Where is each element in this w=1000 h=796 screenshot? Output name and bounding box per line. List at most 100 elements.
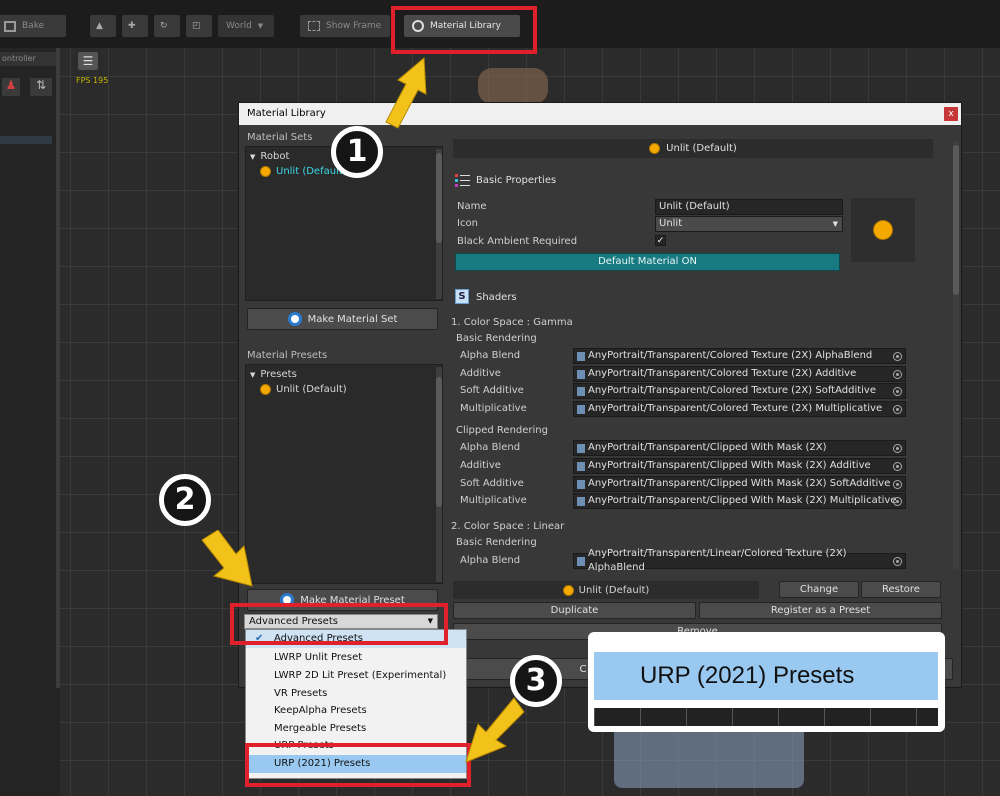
icon-dropdown[interactable]: Unlit ▼ <box>655 216 843 232</box>
material-preview-icon <box>873 220 893 240</box>
shader-value: AnyPortrait/Transparent/Linear/Colored T… <box>587 548 847 573</box>
shader-value: AnyPortrait/Transparent/Clipped With Mas… <box>588 478 891 489</box>
tree-node-presets[interactable]: ▼ Presets <box>250 369 297 380</box>
main-scrollbar[interactable] <box>953 141 959 569</box>
rotate-icon: ↻ <box>160 21 168 31</box>
selected-row[interactable] <box>0 136 52 144</box>
person-icon[interactable]: ♟ <box>2 78 20 96</box>
shader-value: AnyPortrait/Transparent/Colored Texture … <box>588 350 873 361</box>
object-picker-icon[interactable] <box>893 444 902 453</box>
bake-icon <box>4 20 16 32</box>
bake-button[interactable]: Bake <box>0 15 66 37</box>
shader-label: Soft Additive <box>460 478 524 489</box>
object-picker-icon[interactable] <box>893 352 902 361</box>
object-picker-icon[interactable] <box>893 387 902 396</box>
dropdown-option-label: LWRP 2D Lit Preset (Experimental) <box>274 670 447 681</box>
change-button[interactable]: Change <box>779 581 859 598</box>
make-set-icon <box>287 312 302 326</box>
object-picker-icon[interactable] <box>893 557 902 566</box>
window-title: Material Library x <box>239 103 961 125</box>
shader-file-icon <box>577 479 585 489</box>
dropdown-option-label: Mergeable Presets <box>274 723 367 734</box>
shader-field[interactable]: AnyPortrait/Transparent/Clipped With Mas… <box>573 493 906 509</box>
shader-file-icon <box>577 556 585 566</box>
tree-node-robot[interactable]: ▼ Robot <box>250 151 289 162</box>
chevron-down-icon: ▼ <box>257 22 264 30</box>
material-preview <box>851 198 915 262</box>
footer-material-label: Unlit (Default) <box>578 584 650 596</box>
gamma-clipped-rendering-label: Clipped Rendering <box>456 425 548 436</box>
shader-field[interactable]: AnyPortrait/Transparent/Colored Texture … <box>573 383 906 399</box>
scale-icon: ◰ <box>192 21 201 31</box>
gamma-basic-rendering-label: Basic Rendering <box>456 333 537 344</box>
preset-item-unlit[interactable]: Unlit (Default) <box>260 384 347 395</box>
highlight-box-dropdown <box>230 603 448 645</box>
scale-tool-button[interactable]: ◰ <box>186 15 212 37</box>
duplicate-button[interactable]: Duplicate <box>453 602 696 619</box>
restore-button[interactable]: Restore <box>861 581 941 598</box>
default-material-button[interactable]: Default Material ON <box>455 253 840 271</box>
shader-file-icon <box>577 443 585 453</box>
shader-file-icon <box>577 369 585 379</box>
name-field[interactable]: Unlit (Default) <box>655 199 843 215</box>
object-picker-icon[interactable] <box>893 497 902 506</box>
shader-field[interactable]: AnyPortrait/Transparent/Linear/Colored T… <box>573 548 906 573</box>
shader-field[interactable]: AnyPortrait/Transparent/Clipped With Mas… <box>573 476 906 492</box>
cursor-icon: ▲ <box>96 21 103 31</box>
icon-dropdown-value: Unlit <box>659 218 683 229</box>
presets-scrollbar[interactable] <box>436 367 442 582</box>
dropdown-option-label: VR Presets <box>274 688 328 699</box>
sets-scrollbar[interactable] <box>436 149 442 299</box>
dropdown-option[interactable]: VR Presets <box>246 685 466 703</box>
shader-file-icon <box>577 496 585 506</box>
shader-field[interactable]: AnyPortrait/Transparent/Colored Texture … <box>573 366 906 382</box>
world-dropdown[interactable]: World ▼ <box>218 15 274 37</box>
object-picker-icon[interactable] <box>893 405 902 414</box>
linear-basic-rendering-label: Basic Rendering <box>456 537 537 548</box>
chevron-down-icon: ▼ <box>832 220 838 228</box>
shader-field[interactable]: AnyPortrait/Transparent/Colored Texture … <box>573 401 906 417</box>
dropdown-option[interactable]: Mergeable Presets <box>246 720 466 738</box>
dropdown-option[interactable]: LWRP Unlit Preset <box>246 649 466 667</box>
shader-field[interactable]: AnyPortrait/Transparent/Clipped With Mas… <box>573 440 906 456</box>
dropdown-option-label: LWRP Unlit Preset <box>274 652 363 663</box>
rotate-tool-button[interactable]: ↻ <box>154 15 180 37</box>
left-scrollbar[interactable] <box>56 48 60 688</box>
black-ambient-checkbox[interactable]: ✓ <box>655 235 666 246</box>
shader-label: Alpha Blend <box>460 442 521 453</box>
material-header: Unlit (Default) <box>453 139 933 158</box>
sort-icon[interactable]: ⇅ <box>30 78 52 96</box>
object-picker-icon[interactable] <box>893 480 902 489</box>
gamma-label: 1. Color Space : Gamma <box>451 317 573 328</box>
make-set-label: Make Material Set <box>307 313 398 325</box>
shader-field[interactable]: AnyPortrait/Transparent/Clipped With Mas… <box>573 458 906 474</box>
move-tool-button[interactable]: ✚ <box>122 15 148 37</box>
highlight-box-urp-2021 <box>245 743 471 787</box>
make-material-set-button[interactable]: Make Material Set <box>247 308 438 330</box>
select-tool-button[interactable]: ▲ <box>90 15 116 37</box>
shader-label: Multiplicative <box>460 403 527 414</box>
set-item-unlit[interactable]: Unlit (Default) <box>260 166 347 177</box>
properties-list-icon <box>455 173 470 187</box>
object-picker-icon[interactable] <box>893 370 902 379</box>
window-title-text: Material Library <box>247 108 326 119</box>
show-frame-button[interactable]: Show Frame <box>300 15 390 37</box>
object-picker-icon[interactable] <box>893 462 902 471</box>
world-label: World <box>226 21 252 31</box>
move-icon: ✚ <box>128 21 136 31</box>
close-icon[interactable]: x <box>944 107 958 121</box>
name-label: Name <box>457 201 487 212</box>
dropdown-option-label: KeepAlpha Presets <box>274 705 367 716</box>
black-ambient-label: Black Ambient Required <box>457 236 578 247</box>
dropdown-option[interactable]: KeepAlpha Presets <box>246 702 466 720</box>
menu-icon[interactable]: ☰ <box>78 52 98 70</box>
left-panel: ontroller ♟ ⇅ <box>0 48 60 796</box>
arrow-icon <box>385 56 427 129</box>
dropdown-option[interactable]: LWRP 2D Lit Preset (Experimental) <box>246 667 466 685</box>
register-preset-button[interactable]: Register as a Preset <box>699 602 942 619</box>
shader-value: AnyPortrait/Transparent/Colored Texture … <box>588 403 883 414</box>
step-1-badge: 1 <box>331 126 383 178</box>
shader-field[interactable]: AnyPortrait/Transparent/Colored Texture … <box>573 348 906 364</box>
material-presets-list: ▼ Presets Unlit (Default) <box>245 364 443 584</box>
shader-label: Additive <box>460 368 501 379</box>
